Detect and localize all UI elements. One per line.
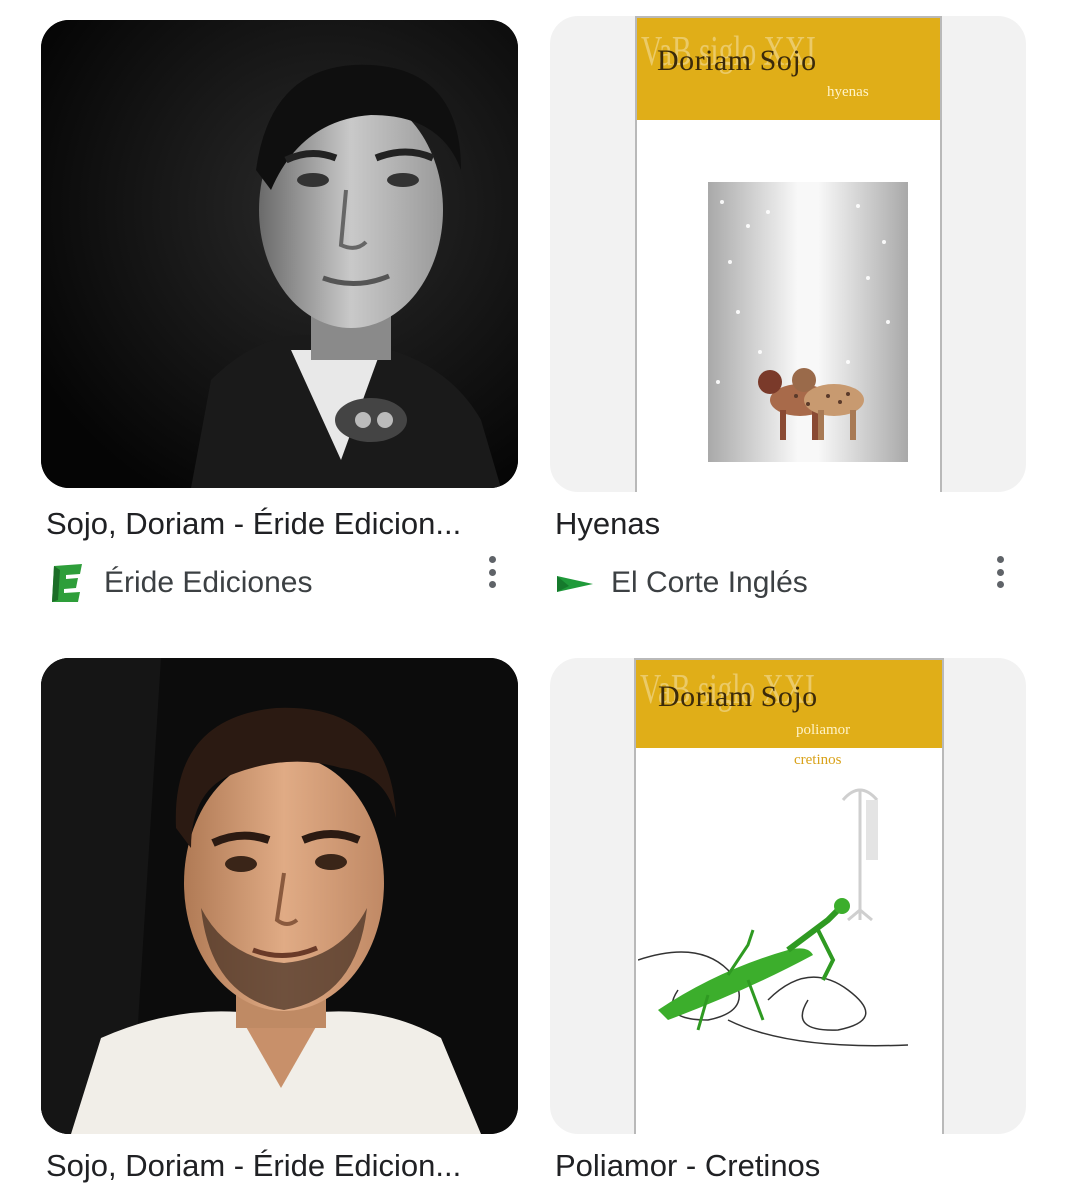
more-options-icon[interactable] (482, 552, 502, 592)
cover-author: Doriam Sojo (658, 680, 818, 713)
result-source-2[interactable]: El Corte Inglés (555, 562, 808, 604)
portrait-photo-bw (41, 20, 518, 488)
result-card-4[interactable]: VaB siglo XXI Doriam Sojo poliamor creti… (534, 640, 1068, 1200)
result-image-1[interactable] (41, 20, 518, 488)
result-title-4[interactable]: Poliamor - Cretinos (555, 1148, 1025, 1184)
result-image-4[interactable]: VaB siglo XXI Doriam Sojo poliamor creti… (550, 658, 1026, 1134)
result-source-1[interactable]: Éride Ediciones (48, 562, 312, 604)
result-card-3[interactable]: Sojo, Doriam - Éride Edicion... (0, 640, 534, 1200)
result-title-2[interactable]: Hyenas (555, 506, 1025, 542)
cover-subtitle: hyenas (827, 84, 869, 100)
portrait-photo-color (41, 658, 518, 1134)
more-options-icon[interactable] (990, 552, 1010, 592)
result-card-2[interactable]: VaB siglo XXI Doriam Sojo hyenas Hyenas … (534, 0, 1068, 640)
book-cover-poliamor: VaB siglo XXI Doriam Sojo poliamor creti… (634, 658, 944, 1134)
source-name: Éride Ediciones (104, 566, 313, 599)
hyenas-illustration (708, 182, 908, 462)
result-title-3[interactable]: Sojo, Doriam - Éride Edicion... (46, 1148, 516, 1184)
el-corte-ingles-logo-icon (557, 576, 593, 592)
book-cover-hyenas: VaB siglo XXI Doriam Sojo hyenas (635, 16, 942, 492)
cover-author: Doriam Sojo (657, 44, 817, 77)
result-image-3[interactable] (41, 658, 518, 1134)
result-title-1[interactable]: Sojo, Doriam - Éride Edicion... (46, 506, 516, 542)
source-name: El Corte Inglés (611, 566, 808, 599)
cover-subtitle: poliamor (796, 722, 851, 738)
result-card-1[interactable]: Sojo, Doriam - Éride Edicion... Éride Ed… (0, 0, 534, 640)
eride-logo-icon (52, 564, 82, 602)
result-image-2[interactable]: VaB siglo XXI Doriam Sojo hyenas (550, 16, 1026, 492)
mantis-illustration (638, 788, 909, 1047)
cover-subtitle-2: cretinos (794, 752, 842, 768)
